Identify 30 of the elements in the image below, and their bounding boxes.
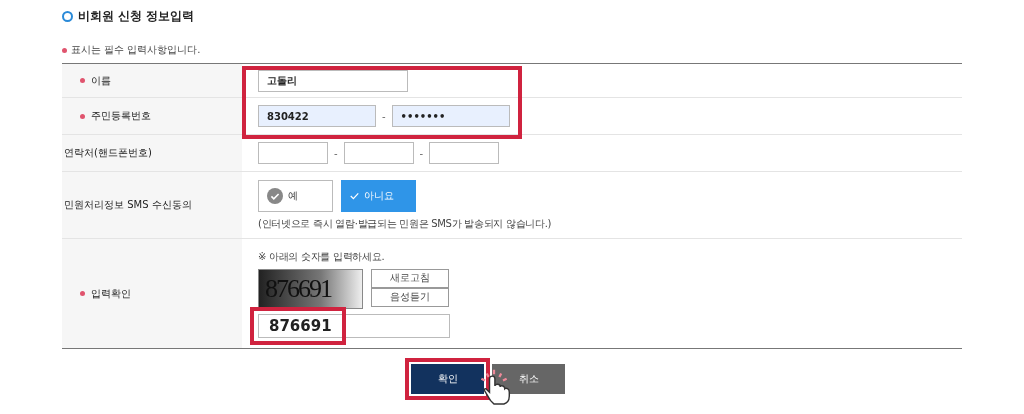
ring-bullet-icon — [62, 10, 73, 22]
check-circle-icon — [267, 187, 283, 204]
captcha-button[interactable]: 새로고침 — [371, 268, 449, 288]
cancel-button[interactable]: 취소 — [492, 364, 565, 394]
captcha-input[interactable]: 876691 — [258, 313, 450, 338]
field-label: 민원처리정보 SMS 수신동의 — [64, 198, 192, 212]
input-field[interactable] — [429, 142, 500, 164]
required-mark-icon — [62, 47, 67, 53]
input-field[interactable]: ••••••• — [391, 105, 510, 127]
field-label: 연락처(핸드폰번호) — [64, 146, 152, 160]
option-button[interactable]: 예 — [258, 179, 333, 212]
separator-dash: - — [419, 147, 424, 159]
input-field[interactable]: 830422 — [258, 105, 376, 127]
required-mark-icon — [80, 113, 85, 119]
input-field[interactable] — [343, 142, 414, 164]
separator-dash: - — [382, 110, 386, 122]
input-field[interactable]: 고돌리 — [258, 69, 408, 92]
required-mark-icon — [80, 78, 85, 83]
input-field[interactable] — [258, 142, 328, 164]
check-icon — [350, 191, 359, 200]
confirm-button[interactable]: 확인 — [411, 364, 484, 394]
field-label: 주민등록번호 — [91, 109, 151, 123]
required-note: 표시는 필수 입력사항입니다. — [71, 43, 201, 57]
field-label: 입력확인 — [91, 286, 131, 301]
required-mark-icon — [80, 291, 85, 296]
separator-dash: - — [334, 147, 338, 159]
captcha-instruction: ※ 아래의 숫자를 입력하세요. — [258, 249, 385, 264]
section-title: 비회원 신청 정보입력 — [78, 7, 195, 25]
field-label: 이름 — [91, 73, 111, 88]
sms-note: (인터넷으로 즉시 열람·발급되는 민원은 SMS가 발송되지 않습니다.) — [258, 216, 552, 231]
